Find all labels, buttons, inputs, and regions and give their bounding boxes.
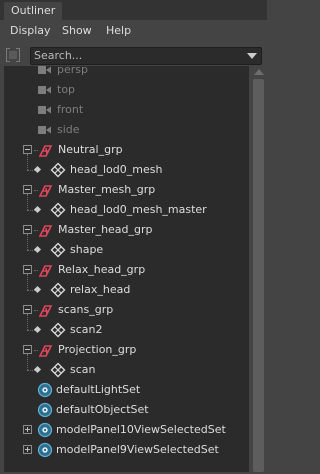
tree-item[interactable]: scan: [4, 354, 249, 380]
tree-item[interactable]: modelPanel9ViewSelectedSet: [4, 440, 249, 460]
tree-item-label: persp: [57, 63, 88, 76]
tree-item-label: side: [57, 123, 80, 136]
tree-item-label: scans_grp: [58, 303, 114, 316]
collapse-toggle[interactable]: [23, 225, 32, 234]
tree-item[interactable]: scans_grp: [4, 300, 249, 320]
tree-item-label: Relax_head_grp: [58, 263, 146, 276]
tree-item-label: Neutral_grp: [58, 143, 123, 156]
mesh-shape-icon: [50, 362, 66, 378]
mesh-shape-icon: [50, 322, 66, 338]
hierarchy-node-icon: [33, 245, 42, 254]
tree-item-label: modelPanel9ViewSelectedSet: [56, 443, 219, 456]
expand-toggle[interactable]: [23, 445, 32, 454]
camera-icon: [36, 102, 52, 118]
collapse-toggle[interactable]: [23, 265, 32, 274]
object-set-icon: [37, 442, 53, 458]
camera-icon: [36, 122, 52, 138]
tree-item-label: front: [57, 103, 84, 116]
collapse-toggle[interactable]: [23, 185, 32, 194]
collapse-toggle[interactable]: [23, 145, 32, 154]
mesh-shape-icon: [50, 202, 66, 218]
group-transform-icon: [37, 302, 53, 318]
collapse-toggle[interactable]: [23, 345, 32, 354]
tree-item[interactable]: Relax_head_grp: [4, 260, 249, 280]
tree-item[interactable]: scan2: [4, 314, 249, 340]
object-set-icon: [37, 382, 53, 398]
tree-item-label: head_lod0_mesh: [70, 163, 163, 176]
chevron-down-icon[interactable]: [247, 53, 257, 59]
tree-item[interactable]: Master_mesh_grp: [4, 180, 249, 200]
tree-item[interactable]: shape: [4, 234, 249, 260]
outliner-tree[interactable]: persp top front side Neutral_grp head_lod0_me…: [4, 63, 249, 472]
group-transform-icon: [37, 222, 53, 238]
hierarchy-node-icon: [33, 285, 42, 294]
camera-icon: [36, 82, 52, 98]
tree-item[interactable]: Projection_grp: [4, 340, 249, 360]
menu-bar: Display Show Help: [0, 20, 267, 41]
group-transform-icon: [37, 182, 53, 198]
mesh-shape-icon: [50, 242, 66, 258]
expand-toggle[interactable]: [23, 425, 32, 434]
hierarchy-node-icon: [33, 165, 42, 174]
mesh-shape-icon: [50, 162, 66, 178]
object-set-icon: [37, 422, 53, 438]
menu-help[interactable]: Help: [106, 23, 131, 38]
camera-icon: [36, 62, 52, 78]
tree-item[interactable]: head_lod0_mesh_master: [4, 194, 249, 220]
tree-item[interactable]: defaultLightSet: [4, 380, 249, 400]
tree-item-label: relax_head: [70, 283, 131, 296]
hierarchy-node-icon: [33, 325, 42, 334]
collapse-toggle[interactable]: [23, 305, 32, 314]
tree-item-label: modelPanel10ViewSelectedSet: [56, 423, 226, 436]
tree-item[interactable]: Master_head_grp: [4, 220, 249, 240]
window-title-tab[interactable]: Outliner: [4, 2, 63, 20]
tree-item-label: scan2: [70, 323, 103, 336]
tree-item-label: scan: [70, 363, 96, 376]
tree-item[interactable]: defaultObjectSet: [4, 400, 249, 420]
tree-item-label: shape: [70, 243, 104, 256]
object-set-icon: [37, 402, 53, 418]
tree-item[interactable]: head_lod0_mesh: [4, 154, 249, 180]
title-bar: Outliner: [0, 0, 267, 20]
hierarchy-node-icon: [33, 205, 42, 214]
tree-item-label: Master_head_grp: [58, 223, 153, 236]
tree-item[interactable]: persp: [4, 60, 249, 80]
scrollbar-thumb[interactable]: [253, 79, 264, 472]
group-transform-icon: [37, 342, 53, 358]
menu-show[interactable]: Show: [62, 23, 92, 38]
menu-display[interactable]: Display: [10, 23, 51, 38]
mesh-shape-icon: [50, 282, 66, 298]
tree-item-label: Projection_grp: [58, 343, 137, 356]
tree-item[interactable]: Neutral_grp: [4, 140, 249, 160]
scroll-up-arrow-icon[interactable]: [254, 69, 264, 75]
tree-item-label: defaultObjectSet: [56, 403, 149, 416]
vertical-scrollbar[interactable]: [251, 66, 267, 472]
tree-item[interactable]: relax_head: [4, 274, 249, 300]
tree-item[interactable]: top: [4, 80, 249, 100]
tree-item-label: head_lod0_mesh_master: [70, 203, 207, 216]
tree-item[interactable]: front: [4, 100, 249, 120]
tree-item[interactable]: modelPanel10ViewSelectedSet: [4, 420, 249, 440]
tree-item-label: defaultLightSet: [56, 383, 141, 396]
tree-item-label: top: [57, 83, 76, 96]
hierarchy-node-icon: [33, 365, 42, 374]
group-transform-icon: [37, 142, 53, 158]
group-transform-icon: [37, 262, 53, 278]
tree-item[interactable]: side: [4, 120, 249, 140]
tree-item-label: Master_mesh_grp: [58, 183, 156, 196]
